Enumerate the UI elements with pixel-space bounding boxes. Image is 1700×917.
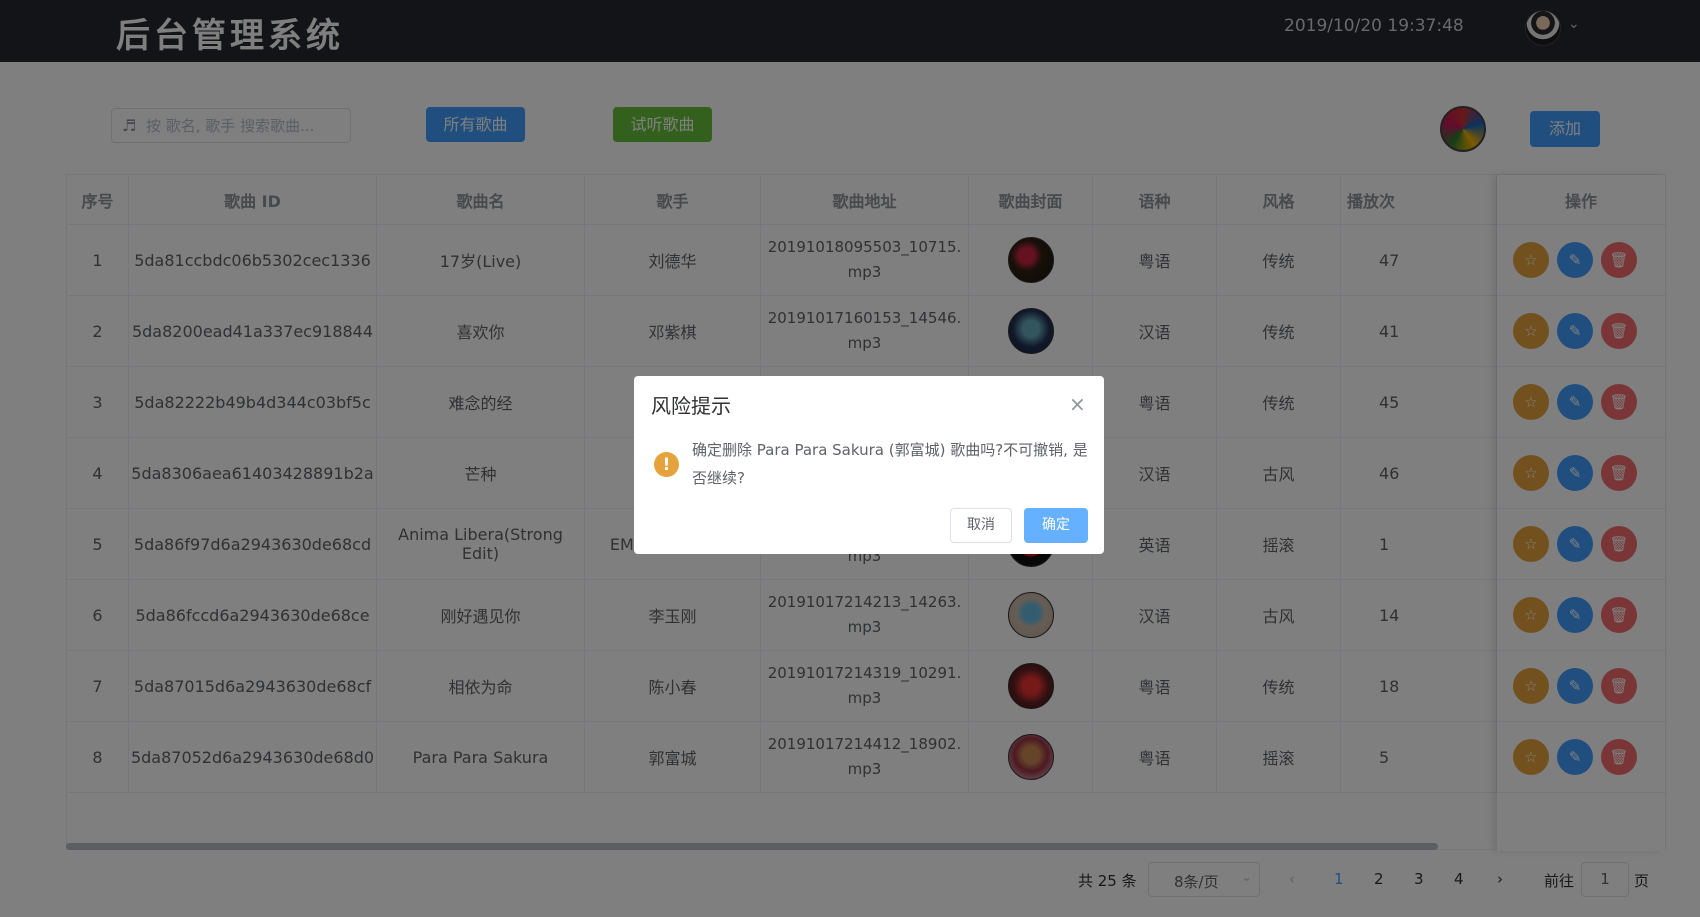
warning-icon: ! [654, 452, 679, 477]
dialog-title: 风险提示 [651, 394, 731, 418]
confirm-button[interactable]: 确定 [1024, 508, 1088, 543]
dialog-message: 确定删除 Para Para Sakura (郭富城) 歌曲吗?不可撤销, 是否… [692, 441, 1088, 487]
close-icon[interactable]: × [1069, 392, 1086, 416]
cancel-button[interactable]: 取消 [950, 508, 1012, 543]
delete-confirm-dialog: 风险提示 × ! 确定删除 Para Para Sakura (郭富城) 歌曲吗… [634, 376, 1104, 554]
